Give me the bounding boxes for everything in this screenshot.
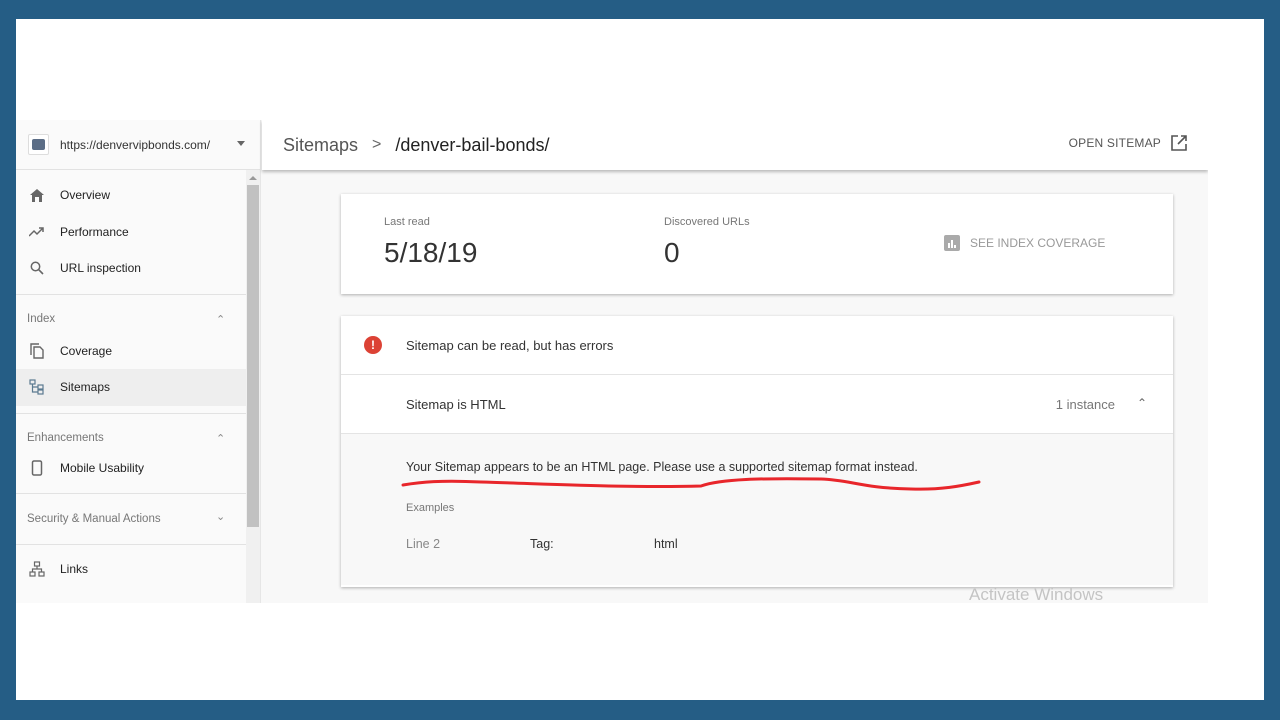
home-icon <box>28 186 46 204</box>
sidebar-item-label: Mobile Usability <box>60 460 145 475</box>
sidebar: https://denvervipbonds.com/ Overview Per… <box>16 120 261 603</box>
sidebar-item-links[interactable]: Links <box>16 551 260 588</box>
scroll-up-arrow-icon[interactable] <box>249 176 257 180</box>
discovered-urls-label: Discovered URLs <box>664 216 750 228</box>
example-tag-label: Tag: <box>530 537 554 551</box>
sidebar-item-label: Overview <box>60 188 111 203</box>
chevron-down-icon[interactable]: ⌄ <box>216 510 225 523</box>
chevron-up-icon[interactable]: ⌃ <box>216 313 225 326</box>
section-label: Enhancements <box>27 431 104 444</box>
breadcrumb-sitemaps[interactable]: Sitemaps <box>283 135 358 156</box>
property-url: https://denvervipbonds.com/ <box>60 137 211 152</box>
sidebar-item-label: Performance <box>60 224 129 239</box>
sidebar-item-url-inspection[interactable]: URL inspection <box>16 250 260 287</box>
sitemap-stats-card: Last read 5/18/19 Discovered URLs 0 SEE … <box>341 194 1173 294</box>
instance-count: 1 instance <box>1055 396 1115 412</box>
example-line: Line 2 <box>406 537 441 551</box>
open-in-new-icon <box>1171 135 1187 151</box>
section-index[interactable]: Index ⌃ <box>16 295 260 343</box>
page-header: Sitemaps > /denver-bail-bonds/ OPEN SITE… <box>262 120 1208 170</box>
see-index-coverage-label: SEE INDEX COVERAGE <box>970 236 1106 250</box>
issue-detail: Your Sitemap appears to be an HTML page.… <box>341 434 1173 585</box>
network-icon <box>28 560 46 578</box>
status-text: Sitemap can be read, but has errors <box>406 337 614 353</box>
property-selector[interactable]: https://denvervipbonds.com/ <box>16 120 260 170</box>
sidebar-item-label: URL inspection <box>60 261 141 276</box>
issue-message: Your Sitemap appears to be an HTML page.… <box>406 460 918 474</box>
bar-chart-icon <box>944 235 960 251</box>
section-label: Security & Manual Actions <box>27 513 161 525</box>
examples-label: Examples <box>406 502 455 514</box>
property-favicon-icon <box>28 134 49 155</box>
sidebar-item-label: Sitemaps <box>60 380 111 395</box>
red-annotation-underline <box>401 477 981 491</box>
see-index-coverage-button[interactable]: SEE INDEX COVERAGE <box>944 235 1105 251</box>
section-label: Index <box>27 312 56 325</box>
divider <box>16 544 260 545</box>
sidebar-item-overview[interactable]: Overview <box>16 177 260 214</box>
error-icon: ! <box>364 336 382 354</box>
section-enhancements[interactable]: Enhancements ⌃ <box>16 414 260 462</box>
sidebar-item-label: Links <box>60 562 89 577</box>
last-read-value: 5/18/19 <box>384 237 478 268</box>
issue-title: Sitemap is HTML <box>406 396 506 412</box>
chevron-up-icon[interactable]: ⌃ <box>216 432 225 445</box>
scrollbar-thumb[interactable] <box>247 185 259 527</box>
sidebar-item-label: Coverage <box>60 343 113 358</box>
sitemap-icon <box>28 378 46 396</box>
chevron-up-icon[interactable]: ⌃ <box>1137 396 1147 410</box>
breadcrumb-separator-icon: > <box>372 136 382 153</box>
discovered-urls-value: 0 <box>664 237 680 268</box>
example-tag-value: html <box>654 537 678 551</box>
sidebar-scrollbar[interactable] <box>246 170 260 603</box>
copy-icon <box>28 342 46 360</box>
search-console-screenshot: https://denvervipbonds.com/ Overview Per… <box>16 120 1208 603</box>
trending-up-icon <box>28 223 46 241</box>
windows-activation-watermark: Activate Windows <box>969 585 1104 603</box>
open-sitemap-label: OPEN SITEMAP <box>1068 136 1161 150</box>
breadcrumb-current: /denver-bail-bonds/ <box>395 134 550 155</box>
sitemap-issues-card: ! Sitemap can be read, but has errors Si… <box>341 316 1173 587</box>
sidebar-item-sitemaps[interactable]: Sitemaps <box>16 369 260 406</box>
status-row: ! Sitemap can be read, but has errors <box>341 316 1173 375</box>
issue-row[interactable]: Sitemap is HTML 1 instance ⌃ <box>341 375 1173 434</box>
search-icon <box>28 259 46 277</box>
open-sitemap-button[interactable]: OPEN SITEMAP <box>1069 134 1188 152</box>
last-read-label: Last read <box>384 216 430 228</box>
sidebar-item-performance[interactable]: Performance <box>16 214 260 251</box>
section-security-manual-actions[interactable]: Security & Manual Actions ⌄ <box>16 494 260 544</box>
dropdown-caret-icon[interactable] <box>237 141 245 146</box>
